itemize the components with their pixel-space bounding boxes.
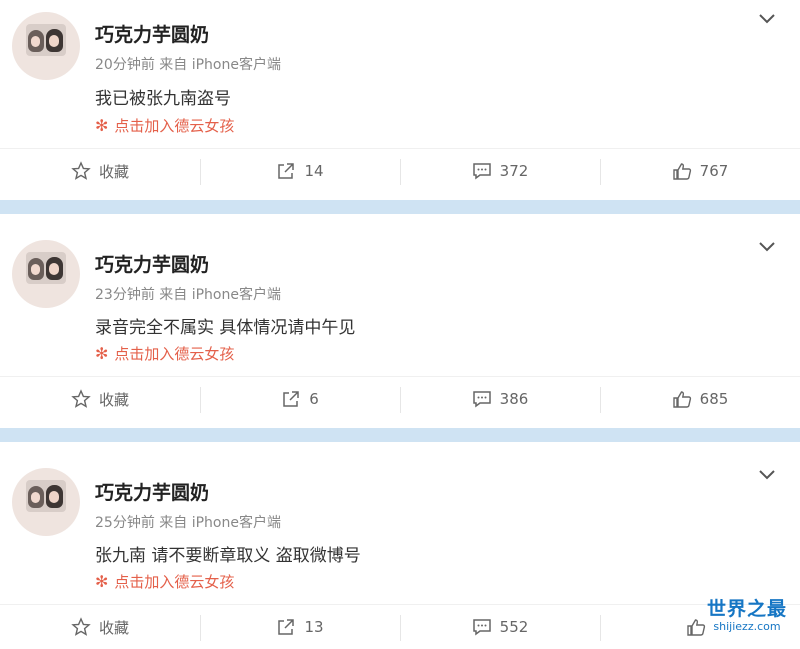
username[interactable]: 巧克力芋圆奶 bbox=[95, 478, 209, 505]
like-button[interactable]: 685 bbox=[600, 377, 800, 421]
repost-button[interactable]: 13 bbox=[200, 605, 400, 649]
post-separator bbox=[0, 200, 800, 214]
weibo-post: 巧克力芋圆奶 20分钟前 来自 iPhone客户端 我已被张九南盗号 ✻ 点击加… bbox=[0, 0, 800, 200]
share-icon bbox=[283, 391, 299, 407]
repost-count: 14 bbox=[304, 162, 324, 180]
post-actions: 收藏 6 386 685 bbox=[0, 376, 800, 421]
star-icon bbox=[71, 617, 91, 636]
comment-count: 372 bbox=[499, 162, 529, 180]
post-content: 录音完全不属实 具体情况请中午见 bbox=[95, 318, 356, 338]
post-content: 张九南 请不要断章取义 盗取微博号 bbox=[95, 546, 361, 566]
flower-icon: ✻ bbox=[95, 572, 109, 591]
repost-count: 6 bbox=[309, 390, 319, 408]
thumbs-up-icon bbox=[672, 163, 691, 180]
join-group-link[interactable]: ✻ 点击加入德云女孩 bbox=[95, 571, 234, 592]
comment-button[interactable]: 386 bbox=[400, 377, 600, 421]
like-count: 685 bbox=[699, 390, 729, 408]
repost-count: 13 bbox=[304, 618, 324, 636]
like-count: 767 bbox=[699, 162, 729, 180]
join-group-link[interactable]: ✻ 点击加入德云女孩 bbox=[95, 343, 234, 364]
comment-button[interactable]: 372 bbox=[400, 149, 600, 193]
repost-button[interactable]: 6 bbox=[200, 377, 400, 421]
post-meta: 23分钟前 来自 iPhone客户端 bbox=[95, 287, 281, 303]
chevron-down-icon[interactable] bbox=[754, 6, 780, 32]
favorite-label: 收藏 bbox=[98, 162, 129, 181]
favorite-button[interactable]: 收藏 bbox=[0, 149, 200, 193]
watermark-logo: 世界之最 shijiezz.com bbox=[700, 598, 794, 640]
avatar[interactable] bbox=[12, 12, 80, 80]
share-icon bbox=[278, 163, 295, 179]
join-group-label: 点击加入德云女孩 bbox=[114, 117, 235, 135]
flower-icon: ✻ bbox=[95, 344, 109, 363]
favorite-button[interactable]: 收藏 bbox=[0, 377, 200, 421]
watermark-title: 世界之最 bbox=[706, 598, 787, 620]
chevron-down-icon[interactable] bbox=[754, 462, 780, 488]
comment-icon bbox=[472, 391, 491, 408]
weibo-post: 巧克力芋圆奶 23分钟前 来自 iPhone客户端 录音完全不属实 具体情况请中… bbox=[0, 214, 800, 428]
comment-icon bbox=[472, 619, 491, 636]
share-icon bbox=[278, 619, 295, 635]
star-icon bbox=[71, 389, 91, 408]
favorite-label: 收藏 bbox=[98, 618, 129, 637]
flower-icon: ✻ bbox=[95, 116, 109, 135]
comment-count: 552 bbox=[499, 618, 529, 636]
chevron-down-icon[interactable] bbox=[754, 234, 780, 260]
username[interactable]: 巧克力芋圆奶 bbox=[95, 250, 209, 277]
weibo-post: 巧克力芋圆奶 25分钟前 来自 iPhone客户端 张九南 请不要断章取义 盗取… bbox=[0, 442, 800, 646]
thumbs-up-icon bbox=[672, 391, 691, 408]
join-group-link[interactable]: ✻ 点击加入德云女孩 bbox=[95, 115, 234, 136]
like-button[interactable]: 767 bbox=[600, 149, 800, 193]
join-group-label: 点击加入德云女孩 bbox=[114, 345, 235, 363]
post-separator bbox=[0, 428, 800, 442]
comment-icon bbox=[472, 163, 491, 180]
star-icon bbox=[71, 161, 91, 180]
username[interactable]: 巧克力芋圆奶 bbox=[95, 20, 209, 47]
post-actions: 收藏 14 372 767 bbox=[0, 148, 800, 193]
watermark-domain: shijiezz.com bbox=[713, 620, 781, 633]
join-group-label: 点击加入德云女孩 bbox=[114, 573, 235, 591]
favorite-label: 收藏 bbox=[98, 390, 129, 409]
post-meta: 25分钟前 来自 iPhone客户端 bbox=[95, 515, 281, 531]
comment-button[interactable]: 552 bbox=[400, 605, 600, 649]
avatar[interactable] bbox=[12, 240, 80, 308]
post-actions: 收藏 13 552 bbox=[0, 604, 800, 649]
post-content: 我已被张九南盗号 bbox=[95, 89, 231, 109]
repost-button[interactable]: 14 bbox=[200, 149, 400, 193]
favorite-button[interactable]: 收藏 bbox=[0, 605, 200, 649]
comment-count: 386 bbox=[499, 390, 529, 408]
post-meta: 20分钟前 来自 iPhone客户端 bbox=[95, 57, 281, 73]
avatar[interactable] bbox=[12, 468, 80, 536]
